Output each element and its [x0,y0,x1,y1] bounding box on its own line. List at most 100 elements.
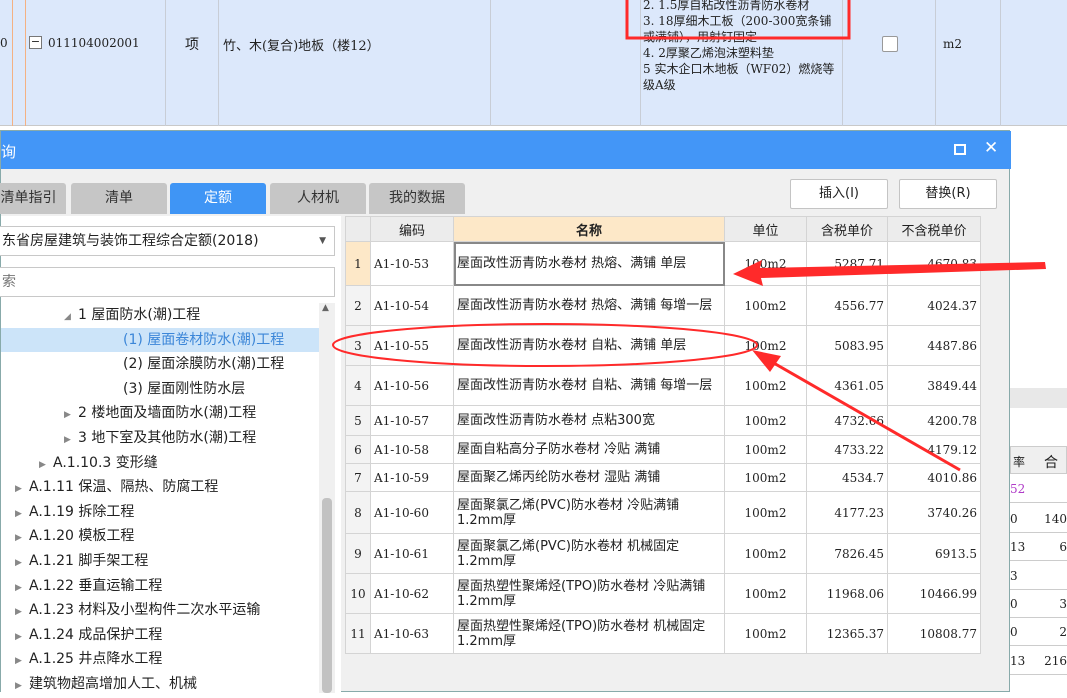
cell-name[interactable]: 屋面聚乙烯丙纶防水卷材 湿贴 满铺 [453,463,725,492]
cell-unit[interactable]: 100m2 [724,463,807,492]
table-row[interactable]: 1 A1-10-53 屋面改性沥青防水卷材 热熔、满铺 单层 100m2 5287.71… [345,241,981,286]
tree-item[interactable]: (1) 屋面卷材防水(潮)工程 [1,327,319,352]
expand-icon[interactable]: ▶ [15,477,29,501]
cell-name[interactable]: 屋面改性沥青防水卷材 热熔、满铺 单层 [453,241,725,286]
table-row[interactable]: 2 A1-10-54 屋面改性沥青防水卷材 热熔、满铺 每增一层 100m2 4556.… [345,285,981,326]
cell-unit[interactable]: 100m2 [724,613,807,654]
cell-unit[interactable]: 100m2 [724,533,807,574]
tree-item[interactable]: (3) 屋面刚性防水层 [1,377,319,401]
tree-item[interactable]: ▶ 3 地下室及其他防水(潮)工程 [1,426,319,450]
tree-item[interactable]: ◢ 1 屋面防水(潮)工程 [1,303,319,327]
cell-unit[interactable]: 100m2 [724,405,807,436]
cell-notax-price[interactable]: 4487.86 [887,325,981,366]
search-input[interactable] [0,267,335,297]
tab-my-data[interactable]: 我的数据 [369,183,465,214]
cell-code[interactable]: A1-10-63 [370,613,454,654]
cell-row-number[interactable]: 6 [345,435,371,464]
col-notax-price[interactable]: 不含税单价 [887,216,981,242]
cell-unit[interactable]: 100m2 [724,285,807,326]
cell-code[interactable]: A1-10-61 [370,533,454,574]
expanded-icon[interactable]: ◢ [64,305,78,329]
cell-row-number[interactable]: 7 [345,463,371,492]
tree-item[interactable]: ▶ A.1.24 成品保护工程 [1,623,319,647]
tree-item[interactable]: ▶ A.1.25 井点降水工程 [1,647,319,671]
checkbox[interactable] [882,36,898,52]
cell-notax-price[interactable]: 10808.77 [887,613,981,654]
replace-button[interactable]: 替换(R) [899,179,997,209]
tab-quota[interactable]: 定额 [170,183,266,214]
cell-row-number[interactable]: 3 [345,325,371,366]
table-row[interactable]: 8 A1-10-60 屋面聚氯乙烯(PVC)防水卷材 冷贴满铺 1.2mm厚 100m… [345,491,981,534]
cell-row-number[interactable]: 1 [345,241,371,286]
tree-item[interactable]: ▶ 2 楼地面及墙面防水(潮)工程 [1,401,319,425]
cell-name[interactable]: 屋面热塑性聚烯烃(TPO)防水卷材 冷贴满铺 1.2mm厚 [453,573,725,614]
tree-scrollbar[interactable]: ▲ [319,303,335,693]
cell-notax-price[interactable]: 4200.78 [887,405,981,436]
collapse-icon[interactable]: − [29,36,42,49]
insert-button[interactable]: 插入(I) [790,179,888,209]
cell-tax-price[interactable]: 5083.95 [806,325,888,366]
table-row[interactable]: 9 A1-10-61 屋面聚氯乙烯(PVC)防水卷材 机械固定 1.2mm厚 100m… [345,533,981,574]
cell-code[interactable]: A1-10-55 [370,325,454,366]
expand-icon[interactable]: ▶ [15,551,29,575]
col-name[interactable]: 名称 [453,216,725,242]
cell-name[interactable]: 屋面自粘高分子防水卷材 冷贴 满铺 [453,435,725,464]
cell-tax-price[interactable]: 4732.66 [806,405,888,436]
table-row[interactable]: 7 A1-10-59 屋面聚乙烯丙纶防水卷材 湿贴 满铺 100m2 4534.7 401… [345,463,981,492]
table-row[interactable]: 4 A1-10-56 屋面改性沥青防水卷材 自粘、满铺 每增一层 100m2 4361.… [345,365,981,406]
tree-item[interactable]: ▶ 建筑物超高增加人工、机械 [1,672,319,696]
col-unit[interactable]: 单位 [724,216,807,242]
expand-icon[interactable]: ▶ [15,502,29,526]
expand-icon[interactable]: ▶ [64,428,78,452]
cell-row-number[interactable]: 2 [345,285,371,326]
cell-tax-price[interactable]: 4556.77 [806,285,888,326]
cell-notax-price[interactable]: 6913.5 [887,533,981,574]
table-row[interactable]: 5 A1-10-57 屋面改性沥青防水卷材 点粘300宽 100m2 4732.66 42… [345,405,981,436]
cell-unit[interactable]: 100m2 [724,491,807,534]
cell-notax-price[interactable]: 4010.86 [887,463,981,492]
cell-code[interactable]: A1-10-54 [370,285,454,326]
cell-notax-price[interactable]: 4670.83 [887,241,981,286]
expand-icon[interactable]: ▶ [15,600,29,624]
cell-row-number[interactable]: 5 [345,405,371,436]
table-row[interactable]: 6 A1-10-58 屋面自粘高分子防水卷材 冷贴 满铺 100m2 4733.22 41… [345,435,981,464]
cell-tax-price[interactable]: 4534.7 [806,463,888,492]
tab-list[interactable]: 清单 [71,183,167,214]
cell-name[interactable]: 屋面热塑性聚烯烃(TPO)防水卷材 机械固定 1.2mm厚 [453,613,725,654]
expand-icon[interactable]: ▶ [64,403,78,427]
expand-icon[interactable]: ▶ [15,674,29,698]
expand-icon[interactable]: ▶ [15,576,29,600]
tree-item[interactable]: ▶ A.1.23 材料及小型构件二次水平运输 [1,598,319,622]
tree-item[interactable]: ▶ A.1.11 保温、隔热、防腐工程 [1,475,319,499]
cell-code[interactable]: A1-10-57 [370,405,454,436]
cell-code[interactable]: A1-10-62 [370,573,454,614]
cell-name[interactable]: 屋面聚氯乙烯(PVC)防水卷材 机械固定 1.2mm厚 [453,533,725,574]
tree-item[interactable]: ▶ A.1.22 垂直运输工程 [1,574,319,598]
tree-item[interactable]: ▶ A.1.20 模板工程 [1,524,319,548]
cell-notax-price[interactable]: 3849.44 [887,365,981,406]
cell-row-number[interactable]: 8 [345,491,371,534]
table-row[interactable]: 10 A1-10-62 屋面热塑性聚烯烃(TPO)防水卷材 冷贴满铺 1.2mm厚 1… [345,573,981,614]
table-row[interactable]: 3 A1-10-55 屋面改性沥青防水卷材 自粘、满铺 单层 100m2 5083.95… [345,325,981,366]
cell-unit[interactable]: 100m2 [724,241,807,286]
library-select[interactable]: 东省房屋建筑与装饰工程综合定额(2018) ▼ [0,226,335,256]
cell-code[interactable]: A1-10-59 [370,463,454,492]
cell-tax-price[interactable]: 7826.45 [806,533,888,574]
tree-item[interactable]: ▶ A.1.10.3 变形缝 [1,451,319,475]
cell-notax-price[interactable]: 4179.12 [887,435,981,464]
background-sheet-row[interactable]: 0 − 011104002001 项 竹、木(复合)地板（楼12） 2. 1.5… [0,0,1067,126]
tab-materials[interactable]: 人材机 [270,183,366,214]
tree-item[interactable]: ▶ A.1.21 脚手架工程 [1,549,319,573]
expand-icon[interactable]: ▶ [15,526,29,550]
cell-unit[interactable]: 100m2 [724,325,807,366]
cell-tax-price[interactable]: 4733.22 [806,435,888,464]
cell-code[interactable]: A1-10-53 [370,241,454,286]
cell-notax-price[interactable]: 10466.99 [887,573,981,614]
table-row[interactable]: 11 A1-10-63 屋面热塑性聚烯烃(TPO)防水卷材 机械固定 1.2mm厚 1… [345,613,981,654]
tree-item[interactable]: ▶ A.1.19 拆除工程 [1,500,319,524]
cell-name[interactable]: 屋面改性沥青防水卷材 热熔、满铺 每增一层 [453,285,725,326]
maximize-icon[interactable] [954,144,966,155]
cell-row-number[interactable]: 10 [345,573,371,614]
tab-list-guide[interactable]: 清单指引 [0,183,66,214]
cell-notax-price[interactable]: 3740.26 [887,491,981,534]
